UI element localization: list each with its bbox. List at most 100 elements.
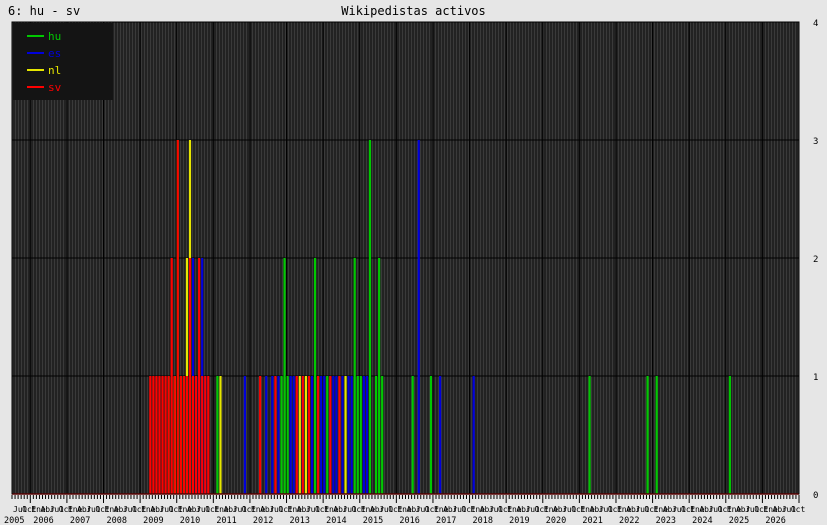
bar-hu (429, 376, 433, 494)
bar-sv (164, 376, 167, 494)
x-year-label: 2023 (656, 516, 676, 525)
x-month-label: Oct (791, 505, 806, 514)
x-year-label: 2025 (729, 516, 749, 525)
bar-es (323, 376, 326, 494)
bar-es (320, 376, 323, 494)
bar-nl (219, 376, 222, 494)
bar-sv (182, 376, 185, 494)
bar-sv (195, 376, 198, 494)
x-year-label: 2007 (70, 516, 90, 525)
legend-label-es: es (48, 47, 61, 60)
bar-es (347, 376, 350, 494)
bar-hu (356, 376, 359, 494)
bar-sv (179, 376, 182, 494)
x-year-label: 2024 (692, 516, 712, 525)
bar-hu (280, 376, 283, 494)
bar-hu (283, 258, 286, 494)
bar-es (335, 376, 338, 494)
bar-hu (381, 376, 384, 494)
bar-es (243, 376, 246, 494)
y-tick-label: 0 (813, 491, 818, 501)
x-year-label: 2016 (399, 516, 419, 525)
x-year-label: 2006 (33, 516, 53, 525)
bar-hu (588, 376, 591, 494)
bar-hu (216, 376, 219, 494)
x-year-label: 2014 (326, 516, 346, 525)
x-year-label: 2011 (216, 516, 236, 525)
x-year-label: 2013 (290, 516, 310, 525)
x-year-label: 2022 (619, 516, 639, 525)
x-year-label: 2017 (436, 516, 456, 525)
legend-label-sv: sv (48, 81, 62, 94)
bar-hu (411, 376, 414, 494)
bar-hu (375, 376, 378, 494)
bar-hu (368, 140, 372, 494)
bar-sv (176, 140, 179, 494)
bar-es (332, 376, 335, 494)
bar-sv (274, 376, 277, 494)
bar-es (341, 376, 344, 494)
bar-sv (188, 258, 192, 494)
bar-es (277, 376, 280, 494)
bar-nl (344, 376, 347, 494)
bar-sv (173, 376, 176, 494)
bar-sv (152, 376, 155, 494)
bar-es (417, 140, 420, 494)
x-year-label: 2019 (509, 516, 529, 525)
x-year-label: 2010 (180, 516, 200, 525)
bar-sv (307, 376, 311, 494)
bar-sv (149, 376, 152, 494)
bar-es (472, 376, 475, 494)
x-year-label: 2018 (473, 516, 493, 525)
bar-sv (158, 376, 161, 494)
legend-label-nl: nl (48, 64, 61, 77)
bar-sv (170, 258, 173, 494)
bar-sv (201, 376, 204, 494)
y-tick-label: 2 (813, 255, 818, 265)
bar-es (362, 376, 365, 494)
bar-es (365, 376, 368, 494)
y-tick-label: 1 (813, 373, 818, 383)
bar-sv (259, 376, 262, 494)
bar-es (350, 376, 353, 494)
bar-sv (167, 376, 170, 494)
legend-box (13, 23, 113, 100)
active-editors-chart: 01234JulOctEneAbrJulOctEneAbrJulOctEneAb… (4, 19, 818, 525)
bar-hu (655, 376, 658, 494)
bar-es (292, 376, 295, 494)
bar-hu (286, 376, 289, 494)
x-year-label: 2008 (107, 516, 127, 525)
bar-sv (204, 376, 207, 494)
bar-es (310, 376, 314, 494)
bar-hu (359, 376, 362, 494)
bar-sv (317, 376, 320, 494)
x-year-label: 2026 (765, 516, 785, 525)
bar-es (439, 376, 442, 494)
bar-nl (304, 376, 307, 494)
bar-sv (295, 376, 298, 494)
legend: hu es nl sv (13, 23, 113, 100)
bar-sv (338, 376, 341, 494)
x-year-label: 2012 (253, 516, 273, 525)
bar-sv (185, 376, 189, 494)
bar-hu (378, 258, 381, 494)
bar-hu (353, 258, 356, 494)
bar-nl (298, 376, 301, 494)
bar-sv (191, 376, 195, 494)
bar-hu (326, 376, 329, 494)
bar-sv (207, 376, 210, 494)
bar-sv (329, 376, 332, 494)
bar-sv (161, 376, 164, 494)
bar-hu (313, 258, 317, 494)
x-year-label: 2009 (143, 516, 163, 525)
bar-es (289, 376, 292, 494)
y-tick-label: 3 (813, 137, 818, 147)
bar-sv (301, 376, 304, 494)
legend-label-hu: hu (48, 30, 61, 43)
bar-es (265, 376, 268, 494)
bar-es (271, 376, 274, 494)
bar-hu (728, 376, 731, 494)
x-year-label: 2015 (363, 516, 383, 525)
x-year-label: 2020 (546, 516, 566, 525)
x-year-label: 2005 (4, 516, 24, 525)
